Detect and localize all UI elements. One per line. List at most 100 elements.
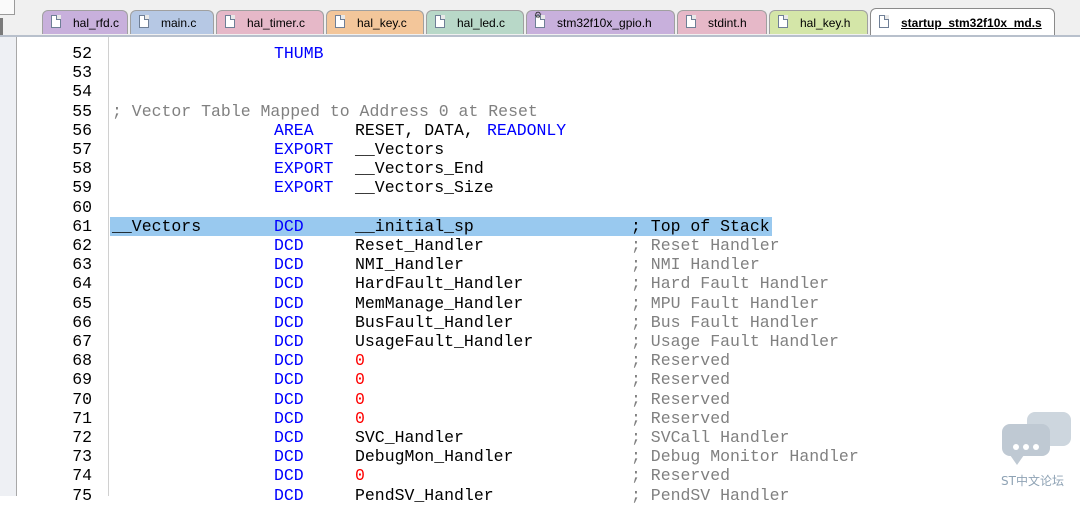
line-number: 69	[72, 370, 92, 390]
tab-hal-key-h[interactable]: hal_key.h	[769, 10, 868, 34]
code-line[interactable]: 59 EXPORT __Vectors_Size	[0, 178, 1080, 197]
code-line[interactable]: 65 DCD MemManage_Handler ; MPU Fault Handle…	[0, 294, 1080, 313]
code-line[interactable]: 75 DCD PendSV_Handler ; PendSV Handler	[0, 486, 1080, 505]
code-instruction: EXPORT	[274, 140, 334, 159]
code-line[interactable]: 66 DCD BusFault_Handler ; Bus Fault Handler	[0, 313, 1080, 332]
code-comment: ; Reserved	[631, 408, 731, 428]
tab-label: hal_led.c	[457, 16, 506, 30]
line-number: 60	[72, 197, 92, 217]
code-comment: ; Usage Fault Handler	[631, 332, 839, 351]
code-comment: ; Reserved	[631, 466, 731, 486]
code-line[interactable]: 72 DCD SVC_Handler ; SVCall Handler	[0, 428, 1080, 447]
code-comment: ; Debug Monitor Handler	[631, 447, 859, 467]
line-number: 63	[72, 255, 92, 275]
code-line[interactable]: 64 DCD HardFault_Handler ; Hard Fault Handl…	[0, 274, 1080, 293]
code-comment: ; Reserved	[631, 351, 731, 371]
code-line[interactable]: 74 DCD 0 ; Reserved	[0, 466, 1080, 485]
code-operand: __Vectors_End	[355, 159, 484, 179]
line-number: 65	[72, 293, 92, 313]
code-comment: ; Reset Handler	[631, 236, 780, 255]
c-file-icon	[139, 15, 149, 28]
code-line[interactable]: 56 AREA RESET, DATA, READONLY	[0, 121, 1080, 140]
code-editor[interactable]: 52 THUMB 53 54 55 ; Vector Table Mapped to Ad…	[0, 37, 1080, 505]
code-comment: ; Bus Fault Handler	[631, 312, 820, 332]
tab-main-c[interactable]: main.c	[130, 10, 214, 34]
code-line[interactable]: 60	[0, 198, 1080, 217]
tab-label: stdint.h	[708, 16, 747, 30]
tab-hal-timer-c[interactable]: hal_timer.c	[216, 10, 324, 34]
code-operand: SVC_Handler	[355, 428, 464, 447]
code-operand: 0	[355, 351, 365, 371]
code-comment: ; SVCall Handler	[631, 428, 790, 447]
h-file-icon	[686, 15, 696, 28]
line-number: 73	[72, 447, 92, 467]
line-number: 52	[72, 44, 92, 63]
code-instruction: DCD	[274, 428, 304, 447]
code-line[interactable]: 53	[0, 63, 1080, 82]
code-line[interactable]: 68 DCD 0 ; Reserved	[0, 351, 1080, 370]
line-number: 59	[72, 178, 92, 198]
code-comment: ; Top of Stack	[631, 216, 770, 236]
watermark-text: ST中文论坛	[1001, 474, 1064, 488]
code-instruction: DCD	[274, 389, 304, 409]
code-line[interactable]: 52 THUMB	[0, 44, 1080, 63]
code-operand: MemManage_Handler	[355, 293, 524, 313]
code-comment: ; NMI Handler	[631, 255, 760, 275]
code-comment: ; Reserved	[631, 370, 731, 390]
code-operand: __Vectors	[355, 140, 445, 159]
tab-hal-led-c[interactable]: hal_led.c	[426, 10, 524, 34]
code-label: __Vectors	[112, 216, 202, 236]
tab-startup-stm32f10x-md-s[interactable]: startup_stm32f10x_md.s	[870, 8, 1055, 36]
window-corner	[0, 0, 15, 15]
code-instruction: DCD	[274, 370, 304, 390]
line-number: 58	[72, 159, 92, 179]
code-line[interactable]: 55 ; Vector Table Mapped to Address 0 at …	[0, 102, 1080, 121]
tab-stdint-h[interactable]: stdint.h	[677, 10, 767, 34]
code-comment: ; Vector Table Mapped to Address 0 at Re…	[112, 101, 538, 121]
line-number: 70	[72, 389, 92, 409]
line-number: 57	[72, 140, 92, 159]
code-line[interactable]: 58 EXPORT __Vectors_End	[0, 159, 1080, 178]
tab-label: startup_stm32f10x_md.s	[901, 16, 1042, 30]
code-line[interactable]: 73 DCD DebugMon_Handler ; Debug Monitor Han…	[0, 447, 1080, 466]
code-instruction: DCD	[274, 312, 304, 332]
tab-hal-key-c[interactable]: hal_key.c	[326, 10, 424, 34]
c-file-icon	[51, 15, 61, 28]
line-number: 64	[72, 274, 92, 294]
code-line[interactable]: 70 DCD 0 ; Reserved	[0, 390, 1080, 409]
code-line[interactable]: 61 __Vectors DCD __initial_sp ; Top of Stack	[0, 216, 1080, 236]
watermark: ST中文论坛	[999, 410, 1075, 490]
code-line[interactable]: 54	[0, 82, 1080, 101]
code-line[interactable]: 57 EXPORT __Vectors	[0, 140, 1080, 159]
line-number: 72	[72, 428, 92, 447]
tab-stm32f10x-gpio-h[interactable]: stm32f10x_gpio.h	[526, 10, 675, 34]
code-line[interactable]: 67 DCD UsageFault_Handler ; Usage Fault Han…	[0, 332, 1080, 351]
code-instruction: DCD	[274, 447, 304, 467]
code-operand: Reset_Handler	[355, 236, 484, 255]
line-number: 66	[72, 312, 92, 332]
tab-hal-rfd-c[interactable]: hal_rfd.c	[42, 10, 128, 34]
line-number: 54	[72, 82, 92, 102]
code-instruction: DCD	[274, 408, 304, 428]
code-line[interactable]: 69 DCD 0 ; Reserved	[0, 370, 1080, 389]
asm-file-icon	[879, 15, 889, 28]
code-operand: PendSV_Handler	[355, 485, 494, 505]
code-instruction: DCD	[274, 485, 304, 505]
code-instruction: DCD	[274, 274, 304, 294]
h-file-gear-icon	[534, 11, 545, 28]
code-line[interactable]: 71 DCD 0 ; Reserved	[0, 409, 1080, 428]
code-instruction: DCD	[274, 332, 304, 351]
h-file-icon	[778, 15, 788, 28]
code-instruction: EXPORT	[274, 159, 334, 179]
line-number: 53	[72, 63, 92, 83]
c-file-icon	[435, 15, 445, 28]
code-line[interactable]: 62 DCD Reset_Handler ; Reset Handler	[0, 236, 1080, 255]
line-number: 74	[72, 466, 92, 486]
code-operand: __Vectors_Size	[355, 178, 494, 198]
c-file-icon	[335, 15, 345, 28]
code-line[interactable]: 63 DCD NMI_Handler ; NMI Handler	[0, 255, 1080, 274]
code-operand: DebugMon_Handler	[355, 447, 514, 467]
code-comment: ; Hard Fault Handler	[631, 274, 830, 294]
line-number: 71	[72, 408, 92, 428]
code-instruction: EXPORT	[274, 178, 334, 198]
